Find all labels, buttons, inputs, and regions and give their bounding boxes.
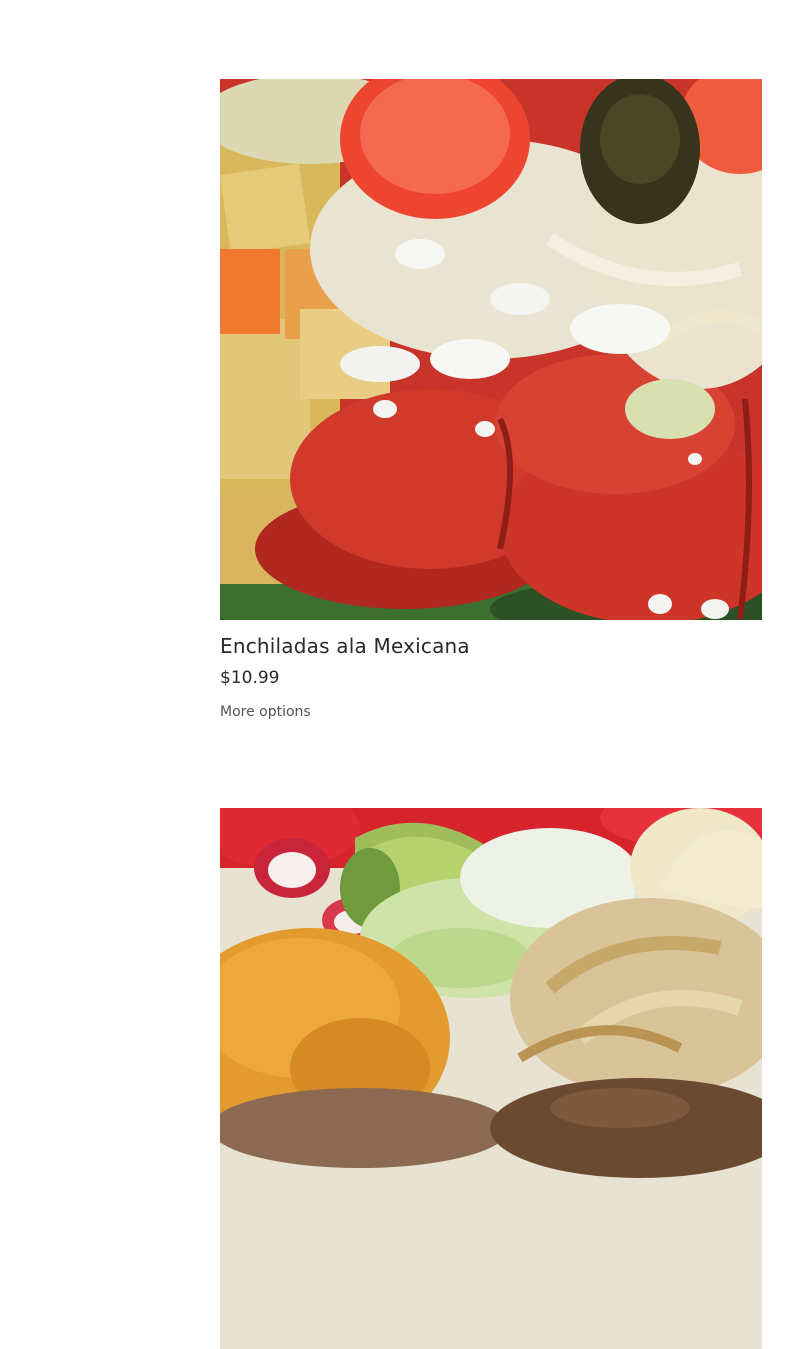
product-price: $10.99	[220, 668, 280, 688]
enchiladas-photo	[220, 79, 762, 620]
combo-plate-photo	[220, 808, 762, 1349]
more-options-link[interactable]: More options	[220, 703, 311, 721]
product-image[interactable]	[220, 808, 762, 1349]
product-image[interactable]	[220, 79, 762, 620]
product-card: Enchiladas ala Mexicana $10.99 More opti…	[220, 79, 762, 721]
product-card	[220, 808, 762, 1349]
product-title[interactable]: Enchiladas ala Mexicana	[220, 634, 762, 658]
